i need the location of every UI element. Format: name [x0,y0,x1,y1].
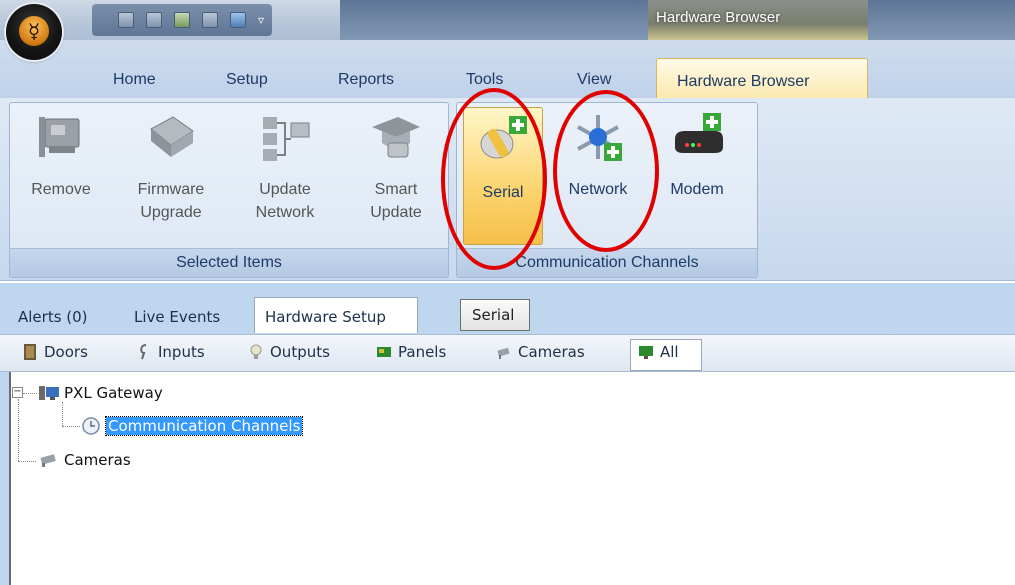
filter-inputs-label: Inputs [158,343,205,361]
tree-node-cameras-label: Cameras [64,451,131,469]
smart-update-label-2: Update [370,204,422,221]
serial-document-tab-label: Serial [472,306,515,324]
tree-node-communication-channels-label: Communication Channels [104,416,304,436]
filter-doors-label: Doors [44,343,88,361]
firmware-upgrade-button[interactable]: Firmware Upgrade [126,109,216,224]
modem-button[interactable]: Modem [657,109,737,201]
group-selected-items-label: Selected Items [10,248,448,277]
save-icon[interactable] [112,9,140,31]
tree-node-pxl-gateway-label: PXL Gateway [64,384,163,402]
smart-update-label-1: Smart [374,181,418,198]
ribbon: Remove Firmware Upgrade Update Network S… [0,98,1015,281]
print-icon[interactable] [196,9,224,31]
tree-node-cameras[interactable]: Cameras [38,451,131,469]
hardware-tree [9,372,1015,585]
tree-connector [62,426,80,427]
tab-hardware-browser[interactable]: Hardware Browser [656,58,868,98]
tree-node-pxl-gateway[interactable]: PXL Gateway [38,384,163,402]
tree-connector [18,399,19,461]
panel-icon [377,347,391,357]
gateway-icon [39,386,59,400]
tree-expander[interactable]: − [12,387,23,398]
filter-panels-label: Panels [398,343,447,361]
camera-icon [497,347,510,359]
tab-setup[interactable]: Setup [226,71,268,89]
serial-document-tab[interactable]: Serial [460,299,530,331]
group-selected-items: Remove Firmware Upgrade Update Network S… [9,102,449,278]
group-communication-channels: Serial Network Modem Communication Chann… [456,102,758,278]
app-logo-icon: ☿ [19,16,49,46]
network-button[interactable]: Network [555,109,641,201]
update-network-label-2: Network [255,204,315,221]
tab-tools[interactable]: Tools [466,71,503,89]
filter-all[interactable]: All [638,343,679,361]
firmware-upgrade-label-1: Firmware [137,181,205,198]
door-icon [24,344,36,360]
network-tree-icon [263,117,310,161]
filter-all-label: All [660,343,679,361]
update-network-button[interactable]: Update Network [242,109,328,224]
filter-cameras[interactable]: Cameras [496,343,585,361]
application-menu-button[interactable]: ☿ [6,4,62,60]
quick-access-toolbar: ▿ [92,4,273,36]
tab-reports[interactable]: Reports [338,71,394,89]
bulb-icon [250,344,262,359]
window-title: Hardware Browser [656,9,781,26]
modem-add-icon [675,113,723,153]
input-icon [140,344,147,360]
filter-outputs-label: Outputs [270,343,330,361]
filter-outputs[interactable]: Outputs [248,343,330,361]
users-icon[interactable] [168,9,196,31]
tree-connector [18,461,36,462]
remove-button[interactable]: Remove [26,109,96,201]
clock-icon [82,417,100,435]
serial-plug-add-icon [480,116,527,159]
update-network-label-1: Update [259,181,311,198]
camera-icon [40,454,56,467]
group-communication-channels-label: Communication Channels [457,248,757,277]
tree-connector [23,393,37,394]
save-all-icon[interactable] [140,9,168,31]
filter-doors[interactable]: Doors [22,343,88,361]
remove-label: Remove [31,181,91,198]
card-icon [39,117,80,157]
window-title-area: Hardware Browser [648,0,868,40]
filter-panels[interactable]: Panels [376,343,446,361]
graduation-cap-icon [372,117,420,158]
tab-hardware-browser-label: Hardware Browser [677,73,810,90]
serial-label: Serial [482,184,524,201]
tree-connector [62,402,63,426]
serial-button[interactable]: Serial [463,107,543,245]
network-add-icon [577,115,622,161]
filter-cameras-label: Cameras [518,343,585,361]
monitor-icon[interactable] [224,9,252,31]
tab-alerts[interactable]: Alerts (0) [18,308,88,326]
customize-toolbar-icon[interactable]: ▿ [258,13,264,27]
chip-icon [150,116,194,157]
modem-label: Modem [670,181,724,198]
tab-home[interactable]: Home [113,71,156,89]
firmware-upgrade-label-2: Upgrade [140,204,202,221]
tab-view[interactable]: View [577,71,611,89]
all-icon [639,346,653,359]
tab-hardware-setup[interactable]: Hardware Setup [254,297,418,333]
network-label: Network [568,181,628,198]
title-bar-band [340,0,648,40]
tree-node-communication-channels[interactable]: Communication Channels [80,416,304,436]
tab-hardware-setup-label: Hardware Setup [265,308,386,326]
smart-update-button[interactable]: Smart Update [358,109,434,224]
title-bar-band-right [868,0,1015,40]
filter-inputs[interactable]: Inputs [136,343,205,361]
tab-live-events[interactable]: Live Events [134,308,220,326]
